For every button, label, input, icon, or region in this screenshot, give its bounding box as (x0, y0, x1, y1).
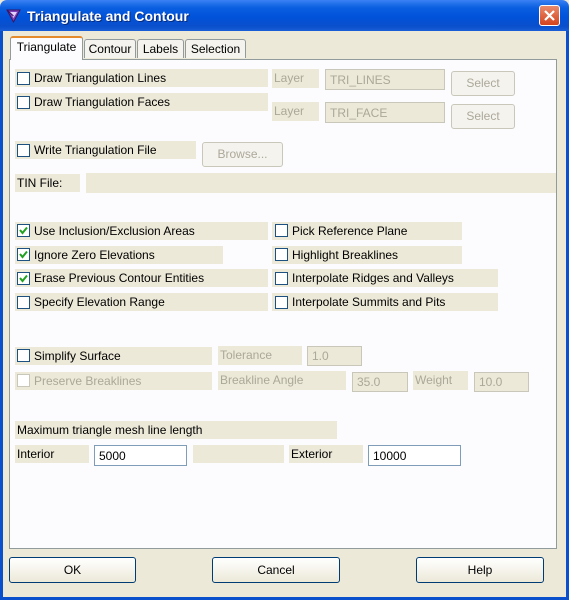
faces-layer-field[interactable] (325, 102, 445, 123)
select-lines-layer-button[interactable]: Select (451, 71, 515, 96)
tab-contour[interactable]: Contour (84, 39, 136, 58)
tab-selection[interactable]: Selection (185, 39, 246, 58)
exterior-label: Exterior (291, 447, 333, 461)
simplify-surface-checkbox[interactable] (17, 349, 30, 362)
interior-field[interactable] (94, 445, 187, 466)
app-icon (5, 7, 22, 24)
preserve-breaklines-checkbox[interactable] (17, 374, 30, 387)
highlight-breaklines-label: Highlight Breaklines (292, 248, 399, 262)
tolerance-label: Tolerance (220, 348, 273, 362)
use-inclusion-exclusion-label: Use Inclusion/Exclusion Areas (34, 224, 195, 238)
mesh-spacer (193, 445, 284, 463)
mesh-heading: Maximum triangle mesh line length (17, 423, 203, 437)
breakline-angle-label: Breakline Angle (220, 373, 304, 387)
checkmark-icon (19, 250, 28, 259)
pick-reference-plane-label: Pick Reference Plane (292, 224, 408, 238)
tab-triangulate[interactable]: Triangulate (10, 36, 83, 60)
tolerance-field[interactable] (307, 346, 362, 366)
draw-faces-label: Draw Triangulation Faces (34, 95, 171, 109)
tin-file-label: TIN File: (17, 176, 63, 190)
interpolate-ridges-valleys-label: Interpolate Ridges and Valleys (292, 271, 454, 285)
interpolate-ridges-valleys-checkbox[interactable] (275, 272, 288, 285)
ignore-zero-elevations-label: Ignore Zero Elevations (34, 248, 155, 262)
draw-lines-checkbox[interactable] (17, 72, 30, 85)
erase-previous-contours-checkbox[interactable] (17, 272, 30, 285)
weight-label: Weight (415, 373, 453, 387)
checkmark-icon (19, 274, 28, 283)
tin-file-field[interactable] (86, 173, 556, 193)
ok-button[interactable]: OK (9, 557, 136, 583)
pick-reference-plane-checkbox[interactable] (275, 224, 288, 237)
draw-lines-label: Draw Triangulation Lines (34, 71, 167, 85)
simplify-surface-label: Simplify Surface (34, 349, 121, 363)
preserve-breaklines-label: Preserve Breaklines (34, 374, 142, 388)
help-button[interactable]: Help (416, 557, 544, 583)
select-faces-layer-button[interactable]: Select (451, 104, 515, 129)
erase-previous-contours-label: Erase Previous Contour Entities (34, 271, 205, 285)
cancel-button[interactable]: Cancel (212, 557, 340, 583)
weight-field[interactable] (474, 372, 529, 392)
write-file-label: Write Triangulation File (34, 143, 157, 157)
interpolate-summits-pits-checkbox[interactable] (275, 296, 288, 309)
close-button[interactable] (539, 5, 560, 26)
checkmark-icon (19, 226, 28, 235)
interpolate-summits-pits-label: Interpolate Summits and Pits (292, 295, 446, 309)
draw-faces-checkbox[interactable] (17, 96, 30, 109)
specify-elevation-range-checkbox[interactable] (17, 296, 30, 309)
use-inclusion-exclusion-checkbox[interactable] (17, 224, 30, 237)
window-title: Triangulate and Contour (27, 8, 189, 24)
specify-elevation-range-label: Specify Elevation Range (34, 295, 165, 309)
lines-layer-field[interactable] (325, 69, 445, 90)
highlight-breaklines-checkbox[interactable] (275, 248, 288, 261)
ignore-zero-elevations-checkbox[interactable] (17, 248, 30, 261)
exterior-field[interactable] (368, 445, 461, 466)
tab-labels[interactable]: Labels (137, 39, 184, 58)
close-icon (544, 10, 555, 21)
faces-layer-label: Layer (274, 104, 305, 118)
lines-layer-label: Layer (274, 71, 305, 85)
interior-label: Interior (17, 447, 55, 461)
write-file-checkbox[interactable] (17, 144, 30, 157)
breakline-angle-field[interactable] (352, 372, 408, 392)
browse-button[interactable]: Browse... (202, 142, 283, 167)
title-bar[interactable]: Triangulate and Contour (0, 0, 569, 31)
